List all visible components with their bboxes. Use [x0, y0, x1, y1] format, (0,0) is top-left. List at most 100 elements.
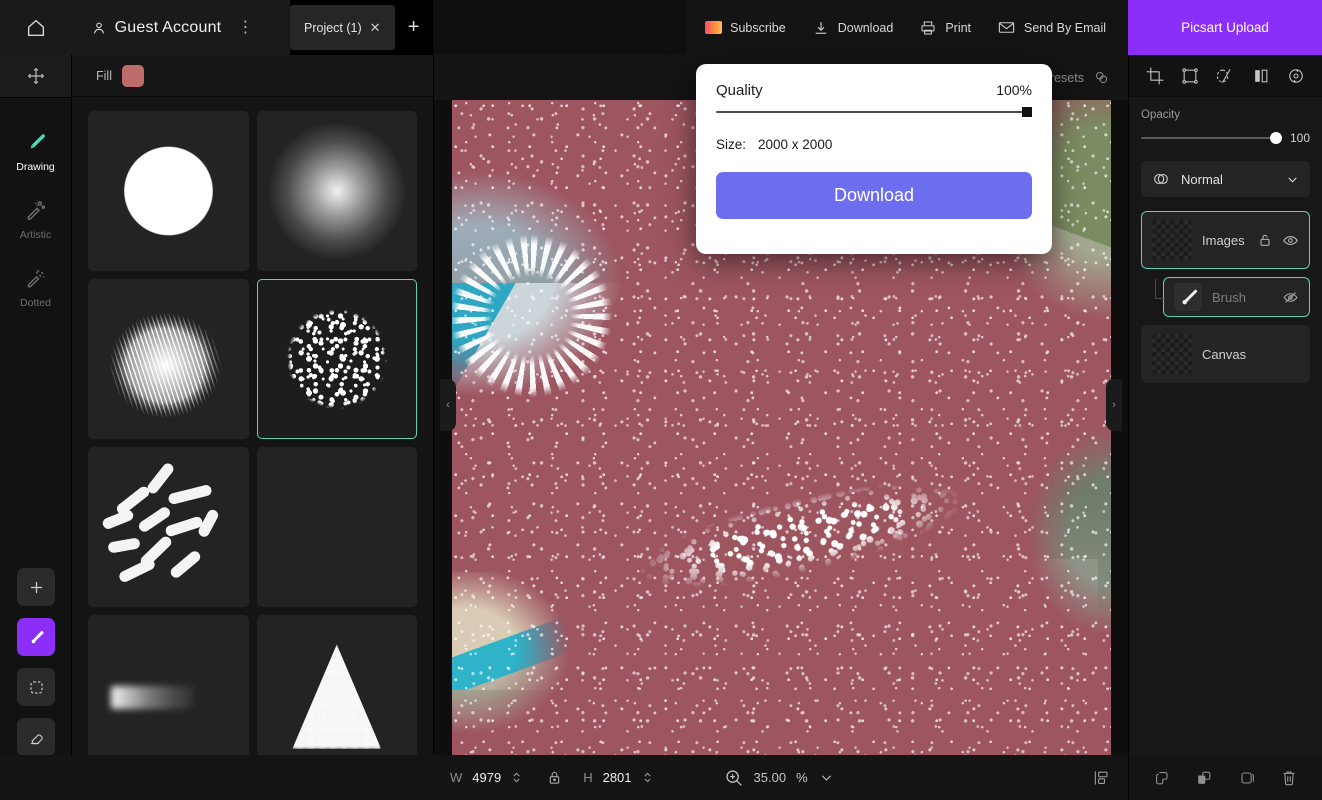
- layer-actions: [1282, 289, 1299, 306]
- collapse-right-panel-handle[interactable]: ›: [1106, 379, 1122, 431]
- reset-icon[interactable]: [1286, 66, 1306, 86]
- move-icon: [26, 66, 46, 86]
- quality-value: 100%: [996, 82, 1032, 98]
- rotate-shape-icon[interactable]: [1215, 66, 1235, 86]
- picsart-upload-label: Picsart Upload: [1181, 20, 1269, 35]
- layer-action-bar: [1128, 755, 1322, 800]
- opacity-slider[interactable]: [1141, 137, 1276, 139]
- layer-item-brush[interactable]: Brush: [1163, 277, 1310, 317]
- brush-preview: [292, 644, 381, 748]
- bottom-bar: W 4979 H 2801 35.00 %: [434, 755, 1128, 800]
- sidebar-item-artistic[interactable]: Artistic: [0, 185, 71, 253]
- brush-preview: [258, 112, 417, 270]
- quality-slider-knob[interactable]: [1022, 107, 1032, 117]
- brush-preview: [111, 686, 193, 710]
- send-by-email-label: Send By Email: [1024, 21, 1106, 35]
- artistic-icon: [23, 197, 49, 223]
- opacity-slider-knob[interactable]: [1270, 132, 1282, 144]
- new-tab-button[interactable]: +: [395, 0, 433, 55]
- fill-color-swatch[interactable]: [122, 65, 144, 87]
- eye-off-icon[interactable]: [1282, 289, 1299, 306]
- zoom-in-icon[interactable]: [723, 767, 744, 788]
- download-confirm-button[interactable]: Download: [716, 172, 1032, 219]
- brush-soft-round[interactable]: [257, 111, 418, 271]
- brush-hard-round[interactable]: [88, 111, 249, 271]
- layer-actions: [1257, 232, 1299, 249]
- quality-slider[interactable]: [716, 111, 1032, 113]
- height-value[interactable]: 2801: [603, 770, 632, 785]
- sidebar-item-dotted[interactable]: Dotted: [0, 253, 71, 321]
- delete-icon[interactable]: [1279, 768, 1299, 788]
- editor-window: Guest Account ⋮ Project (1) ✕ + Subscrib…: [0, 0, 1322, 800]
- layer-list: Images: [1141, 211, 1310, 383]
- top-actions: Subscribe Download Print: [687, 0, 1128, 55]
- download-button[interactable]: Download: [812, 19, 894, 37]
- top-spacer: [433, 0, 688, 55]
- width-value[interactable]: 4979: [472, 770, 501, 785]
- account-area[interactable]: Guest Account ⋮: [72, 0, 290, 55]
- layer-nest-bracket: [1155, 279, 1165, 299]
- quality-label: Quality: [716, 82, 763, 99]
- layer-item-canvas[interactable]: Canvas: [1141, 325, 1310, 383]
- brush-preview: [89, 280, 248, 438]
- eye-icon[interactable]: [1282, 232, 1299, 249]
- chevron-down-icon: [1285, 172, 1300, 187]
- zoom-value[interactable]: 35.00: [754, 770, 787, 785]
- brush-dashes[interactable]: [88, 447, 249, 607]
- brush-bristle[interactable]: [88, 279, 249, 439]
- layer-thumbnail: [1152, 334, 1192, 374]
- sidebar-label-dotted: Dotted: [20, 297, 51, 309]
- tab-strip: Project (1) ✕ +: [290, 0, 433, 55]
- chevron-down-icon[interactable]: [818, 769, 835, 786]
- brush-smudge[interactable]: [88, 615, 249, 775]
- layer-properties: Opacity 100 Normal: [1129, 97, 1322, 383]
- top-bar: Guest Account ⋮ Project (1) ✕ + Subscrib…: [0, 0, 1322, 55]
- brush-grunge[interactable]: [257, 447, 418, 607]
- collapse-left-panel-handle[interactable]: ‹: [440, 379, 456, 431]
- brush-preview: [89, 112, 248, 270]
- picsart-upload-button[interactable]: Picsart Upload: [1128, 0, 1322, 55]
- width-stepper[interactable]: [511, 771, 522, 784]
- user-icon: [91, 20, 107, 36]
- print-button[interactable]: Print: [919, 19, 971, 37]
- layer-thumbnail: [1152, 220, 1192, 260]
- brush-icon: [23, 129, 49, 155]
- copy-icon[interactable]: [1237, 768, 1257, 788]
- layer-item-images[interactable]: Images: [1141, 211, 1310, 269]
- zoom-controls: 35.00 %: [723, 767, 835, 788]
- brush-triangle-spray[interactable]: [257, 615, 418, 775]
- unlock-icon[interactable]: [1257, 232, 1273, 248]
- nested-layer-wrap: Brush: [1141, 277, 1310, 317]
- home-button[interactable]: [0, 0, 72, 55]
- send-by-email-button[interactable]: Send By Email: [997, 18, 1106, 37]
- brush-speckle[interactable]: [257, 279, 418, 439]
- blend-mode-dropdown[interactable]: Normal: [1141, 161, 1310, 197]
- tab-project-1[interactable]: Project (1) ✕: [290, 5, 395, 50]
- presets-icon[interactable]: [1093, 69, 1110, 86]
- eraser-tool-button[interactable]: [17, 718, 55, 756]
- brush-tool-button[interactable]: [17, 618, 55, 656]
- add-tool-button[interactable]: [17, 568, 55, 606]
- close-icon[interactable]: ✕: [370, 20, 381, 36]
- blend-icon: [1151, 169, 1171, 189]
- fill-label: Fill: [96, 69, 112, 83]
- transform-icon[interactable]: [1180, 66, 1200, 86]
- lock-icon[interactable]: [546, 769, 563, 786]
- download-icon: [812, 19, 830, 37]
- dotted-icon: [23, 265, 49, 291]
- sidebar-item-drawing[interactable]: Drawing: [0, 117, 71, 185]
- height-stepper[interactable]: [642, 771, 653, 784]
- account-menu-button[interactable]: ⋮: [229, 20, 261, 36]
- duplicate-icon[interactable]: [1194, 768, 1214, 788]
- move-tool-button[interactable]: [0, 55, 71, 97]
- size-label: Size:: [716, 137, 746, 152]
- opacity-label: Opacity: [1141, 109, 1310, 121]
- layer-name: Images: [1202, 233, 1247, 248]
- download-label: Download: [838, 21, 894, 35]
- crop-icon[interactable]: [1145, 66, 1165, 86]
- align-icon[interactable]: [1092, 768, 1112, 788]
- subscribe-button[interactable]: Subscribe: [705, 21, 786, 35]
- merge-icon[interactable]: [1152, 768, 1172, 788]
- flip-icon[interactable]: [1251, 66, 1271, 86]
- shape-tool-button[interactable]: [17, 668, 55, 706]
